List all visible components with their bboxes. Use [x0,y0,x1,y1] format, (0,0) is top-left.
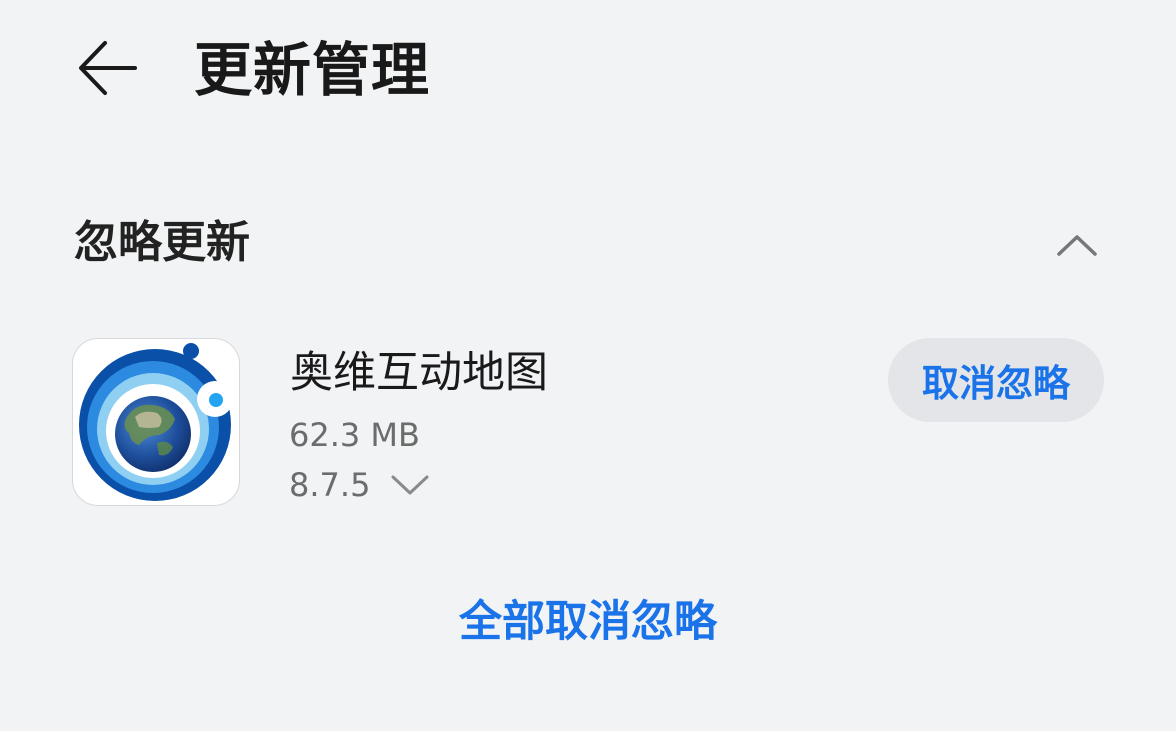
chevron-up-icon [1057,233,1097,261]
globe-app-icon[interactable] [72,338,240,506]
page-title: 更新管理 [194,36,431,104]
app-version: 8.7.5 [289,466,371,504]
unignore-button[interactable]: 取消忽略 [888,338,1104,422]
section-title: 忽略更新 [74,217,250,268]
unignore-all-button[interactable]: 全部取消忽略 [0,592,1176,652]
chevron-down-icon [390,470,430,500]
version-expander[interactable]: 8.7.5 [289,464,430,506]
ignored-updates-section-header: 忽略更新 [74,210,1104,280]
back-button[interactable] [68,30,148,110]
app-name: 奥维互动地图 [290,348,548,398]
arrow-left-icon [75,35,141,105]
collapse-toggle[interactable] [1050,220,1104,274]
app-size: 62.3 MB [289,416,420,454]
list-item: 奥维互动地图 62.3 MB 8.7.5 取消忽略 [72,338,1104,508]
